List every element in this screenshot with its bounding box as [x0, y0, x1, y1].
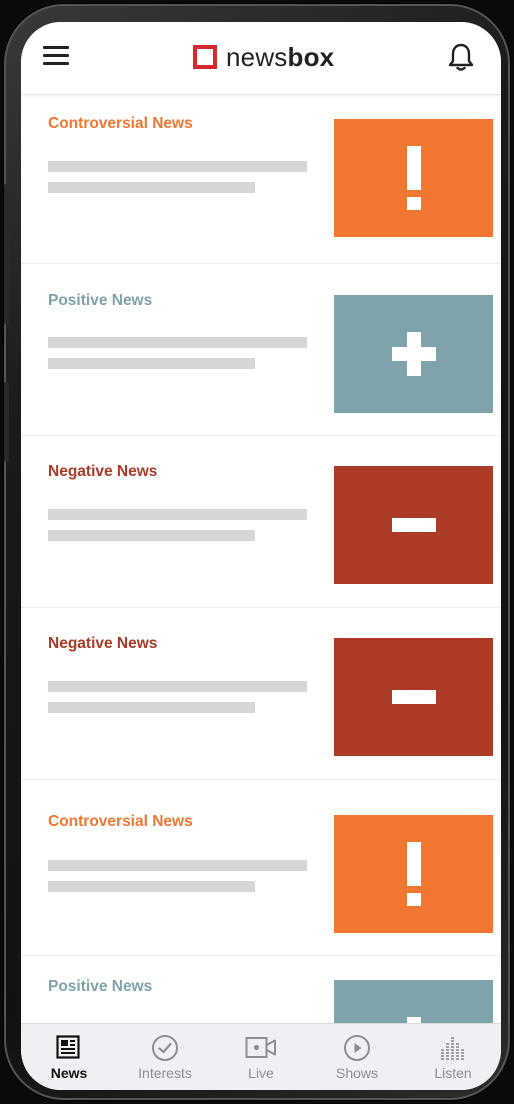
hamburger-menu-icon[interactable]	[43, 46, 69, 66]
newspaper-icon	[56, 1035, 80, 1059]
newsbox-logo: newsbox	[193, 42, 334, 72]
tab-label: Listen	[434, 1065, 472, 1081]
logo-text-prefix: news	[226, 41, 288, 72]
headline-placeholder	[48, 358, 255, 369]
news-card[interactable]: Negative News	[21, 608, 501, 780]
news-card[interactable]: Controversial News	[21, 95, 501, 264]
card-category-label: Controversial News	[48, 115, 193, 132]
app-screen: newsbox Controversial News Positive News…	[21, 22, 501, 1090]
news-feed[interactable]: Controversial News Positive News Negativ…	[21, 95, 501, 1023]
headline-placeholder	[48, 182, 255, 193]
logo-text: newsbox	[226, 42, 334, 73]
phone-frame: newsbox Controversial News Positive News…	[4, 4, 510, 1100]
headline-placeholder	[48, 530, 255, 541]
exclamation-icon	[406, 842, 421, 906]
card-thumbnail[interactable]	[334, 119, 493, 237]
card-category-label: Positive News	[48, 978, 153, 995]
headline-placeholder	[48, 860, 307, 871]
news-card[interactable]: Negative News	[21, 436, 501, 608]
volume-button	[4, 184, 9, 324]
card-category-label: Negative News	[48, 635, 158, 652]
app-header: newsbox	[21, 22, 501, 95]
audio-bars-icon	[441, 1037, 464, 1060]
news-card[interactable]: Positive News	[21, 264, 501, 436]
tab-label: Interests	[138, 1065, 192, 1081]
headline-placeholder	[48, 681, 307, 692]
tab-listen[interactable]: Listen	[405, 1024, 501, 1090]
tab-label: Shows	[335, 1065, 379, 1081]
card-thumbnail[interactable]	[334, 295, 493, 413]
card-category-label: Negative News	[48, 463, 158, 480]
bottom-tab-bar: News Interests Live Shows Listen	[21, 1023, 501, 1090]
tab-label: Live	[248, 1065, 274, 1081]
card-thumbnail[interactable]	[334, 638, 493, 756]
tab-shows[interactable]: Shows	[309, 1024, 405, 1090]
logo-square-icon	[193, 45, 217, 69]
news-card[interactable]: Controversial News	[21, 780, 501, 956]
card-thumbnail[interactable]	[334, 815, 493, 933]
card-category-label: Positive News	[48, 292, 153, 309]
card-category-label: Controversial News	[48, 813, 193, 830]
tab-news[interactable]: News	[21, 1024, 117, 1090]
minus-icon	[391, 518, 436, 532]
headline-placeholder	[48, 161, 307, 172]
power-button	[4, 382, 9, 462]
logo-text-bold: box	[287, 41, 335, 72]
headline-placeholder	[48, 337, 307, 348]
plus-icon	[391, 332, 436, 376]
checkmark-circle-icon	[152, 1035, 178, 1061]
tab-label: News	[50, 1065, 88, 1081]
news-card[interactable]: Positive News	[21, 956, 501, 1023]
play-circle-icon	[344, 1035, 370, 1061]
exclamation-icon	[406, 146, 421, 210]
headline-placeholder	[48, 509, 307, 520]
card-thumbnail[interactable]	[334, 980, 493, 1023]
card-thumbnail[interactable]	[334, 466, 493, 584]
headline-placeholder	[48, 702, 255, 713]
bell-icon[interactable]	[447, 42, 475, 72]
video-camera-icon	[245, 1037, 276, 1058]
tab-interests[interactable]: Interests	[117, 1024, 213, 1090]
headline-placeholder	[48, 881, 255, 892]
minus-icon	[391, 690, 436, 704]
tab-live[interactable]: Live	[213, 1024, 309, 1090]
